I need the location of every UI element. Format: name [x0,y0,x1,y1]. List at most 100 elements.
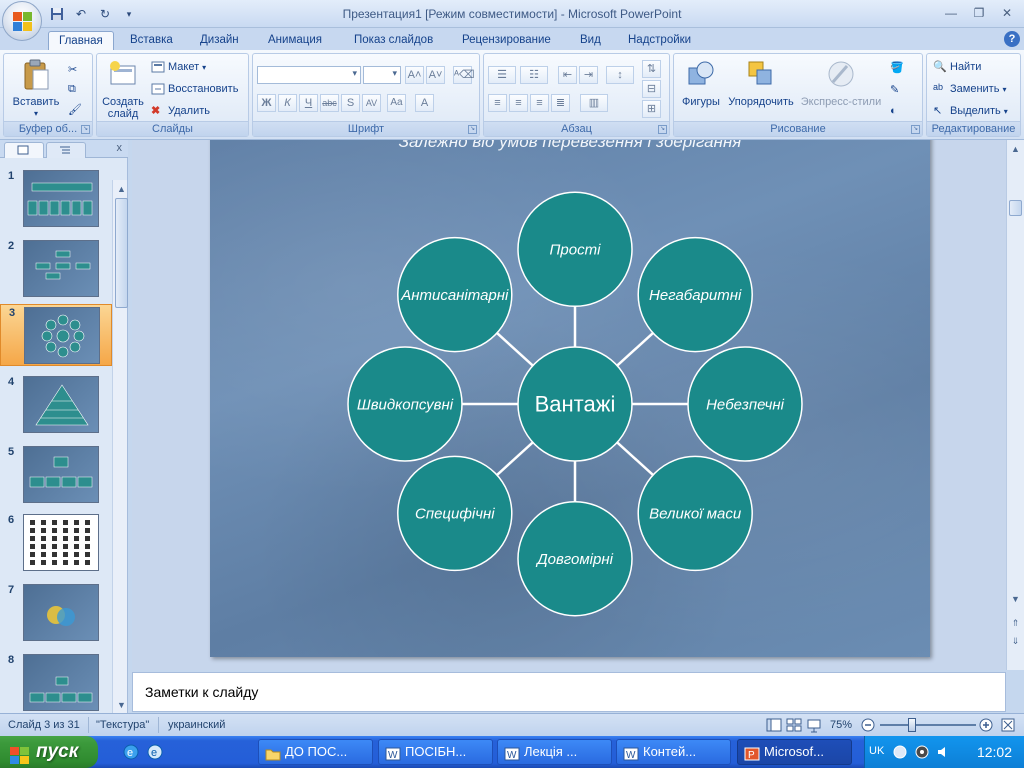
font-size-combo[interactable] [363,66,401,84]
align-text-icon[interactable]: ⊟ [642,80,661,98]
zoom-slider-track[interactable] [880,724,976,726]
theme-name[interactable]: "Текстура" [96,719,149,731]
decrease-indent-icon[interactable]: ⇤ [558,66,577,84]
help-icon[interactable]: ? [1004,31,1020,47]
slide-thumbnail[interactable]: 4 [0,374,112,436]
slideshow-view-icon[interactable] [806,717,822,736]
notes-pane[interactable]: Заметки к слайду [132,672,1006,712]
paste-dropdown-icon[interactable]: ▾ [10,108,62,120]
restore-icon[interactable]: ❐ [966,3,992,23]
minimize-icon[interactable]: — [938,3,964,23]
shape-effects-icon[interactable]: ◐ [890,102,897,120]
paragraph-launcher-icon[interactable]: ↘ [658,125,667,134]
previous-slide-icon[interactable]: ⇑ [1009,616,1022,630]
paste-button[interactable]: Вставить ▾ [10,58,62,120]
taskbar-item[interactable]: W ПОСІБН... [378,739,493,765]
zoom-slider-thumb[interactable] [908,718,916,732]
shape-fill-icon[interactable]: 🪣 [890,58,904,76]
security-icon[interactable] [913,743,931,761]
clock[interactable]: 12:02 [977,744,1012,760]
ie-icon[interactable]: e [122,743,140,761]
slide-thumbnail[interactable]: 6 [0,512,112,574]
tab-review[interactable]: Рецензирование [452,31,561,50]
justify-icon[interactable]: ≣ [551,94,570,112]
slide-scroll-thumb[interactable] [1009,200,1022,216]
slide-thumbnail[interactable]: 2 [0,238,112,300]
smartart-icon[interactable]: ⊞ [642,100,661,118]
sorter-view-icon[interactable] [786,717,802,736]
category-node[interactable]: Небезпечні [687,346,803,462]
font-color-icon[interactable]: A [415,94,434,112]
next-slide-icon[interactable]: ⇓ [1009,634,1022,648]
close-icon[interactable]: ✕ [994,3,1020,23]
language-indicator[interactable]: украинский [168,719,225,731]
category-node[interactable]: Прості [517,191,633,308]
office-button[interactable] [2,1,42,41]
center-node[interactable]: Вантажі [517,346,633,462]
tab-home[interactable]: Главная [48,31,114,50]
tab-view[interactable]: Вид [570,31,611,50]
category-node[interactable]: Великої маси [637,455,753,572]
shape-outline-icon[interactable]: ✎ [890,80,899,98]
tab-slideshow[interactable]: Показ слайдов [344,31,443,50]
delete-slide-button[interactable]: ✖ Удалить [151,102,210,120]
network-icon[interactable] [891,743,909,761]
slide-thumbnail[interactable]: 5 [0,444,112,506]
category-node[interactable]: Антисанітарні [397,236,513,353]
shapes-button[interactable]: Фигуры [678,58,724,108]
taskbar-item[interactable]: P Microsof... [737,739,852,765]
align-center-icon[interactable]: ≡ [509,94,528,112]
align-right-icon[interactable]: ≡ [530,94,549,112]
zoom-out-icon[interactable] [860,717,876,736]
shadow-icon[interactable]: S [341,94,360,112]
category-node[interactable]: Швидкопсувні [347,346,463,462]
columns-icon[interactable]: ▥ [580,94,608,112]
grow-font-icon[interactable]: A˄ [405,66,424,84]
clear-format-icon[interactable]: ᴬ⌫ [453,66,475,84]
find-button[interactable]: 🔍 Найти [933,58,981,76]
clipboard-launcher-icon[interactable]: ↘ [81,125,90,134]
tab-insert[interactable]: Вставка [120,31,183,50]
drawing-launcher-icon[interactable]: ↘ [911,125,920,134]
font-launcher-icon[interactable]: ↘ [468,125,477,134]
shrink-font-icon[interactable]: A˅ [426,66,445,84]
browser-icon[interactable]: e [146,743,164,761]
taskbar-item[interactable]: ДО ПОС... [258,739,373,765]
current-slide[interactable]: Залежно від умов перевезення і зберіганн… [210,140,930,657]
layout-button[interactable]: Макет ▾ [151,58,206,76]
new-slide-button[interactable]: Создать слайд [99,58,147,120]
cut-icon[interactable]: ✂ [68,60,77,78]
align-left-icon[interactable]: ≡ [488,94,507,112]
format-painter-icon[interactable]: 🖌 [68,100,82,118]
category-node[interactable]: Довгомірні [517,500,633,617]
tab-animation[interactable]: Анимация [258,31,332,50]
copy-icon[interactable]: ⧉ [68,80,76,98]
tab-design[interactable]: Дизайн [190,31,249,50]
slide-scrollbar[interactable]: ▲ ▼ ⇑ ⇓ [1006,140,1024,670]
category-node[interactable]: Негабаритні [637,236,753,353]
strikethrough-icon[interactable]: abc [320,94,339,112]
start-button[interactable]: пуск [0,736,98,768]
zoom-level[interactable]: 75% [830,719,852,731]
bullets-icon[interactable]: ☰ [488,66,516,84]
thumbnail-scrollbar[interactable]: ▲ ▼ [112,180,128,714]
char-spacing-icon[interactable]: AV [362,94,381,112]
language-bar[interactable]: UK [869,745,884,757]
slide-thumbnail[interactable]: 8 [0,652,112,714]
arrange-button[interactable]: Упорядочить [724,58,798,108]
underline-icon[interactable]: Ч [299,94,318,112]
italic-icon[interactable]: К [278,94,297,112]
reset-button[interactable]: Восстановить [151,80,238,98]
zoom-in-icon[interactable] [978,717,994,736]
font-family-combo[interactable] [257,66,361,84]
bold-icon[interactable]: Ж [257,94,276,112]
thumbnail-scroll-thumb[interactable] [115,198,128,308]
outline-tab[interactable] [46,142,86,158]
slide-thumbnail[interactable]: 7 [0,582,112,644]
category-node[interactable]: Специфічні [397,455,513,572]
panel-close-icon[interactable]: x [117,142,123,154]
text-direction-icon[interactable]: ⇅ [642,60,661,78]
fit-to-window-icon[interactable] [1000,717,1016,736]
volume-icon[interactable] [935,743,953,761]
taskbar-item[interactable]: W Лекція ... [497,739,612,765]
